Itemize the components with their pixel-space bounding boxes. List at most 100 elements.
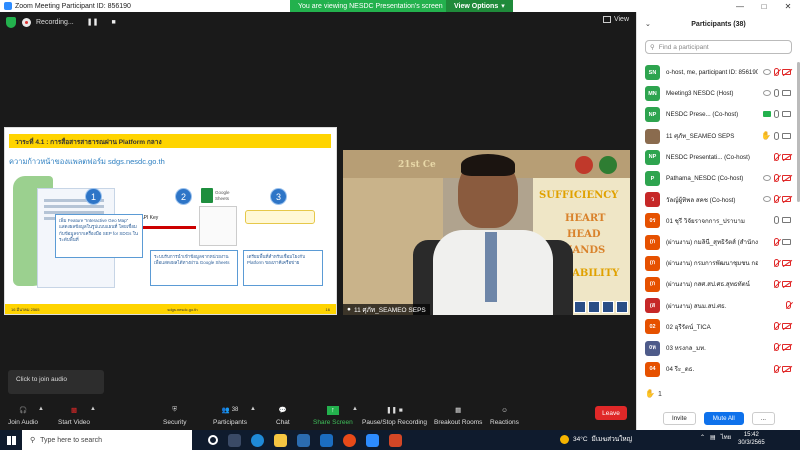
video-off-icon[interactable] — [782, 196, 791, 203]
participant-row[interactable]: P Pathama_NESDC (Co-host) — [637, 168, 797, 189]
video-icon[interactable] — [782, 238, 791, 245]
maximize-button[interactable]: □ — [752, 2, 776, 11]
mic-icon[interactable] — [774, 89, 779, 98]
chrome-icon[interactable] — [343, 433, 356, 447]
breakout-rooms-button[interactable]: ▦ Breakout Rooms — [434, 404, 482, 426]
participant-row[interactable]: (ก (ผ่านงาน) กรมการพัฒนาชุมชน กองแ... — [637, 253, 797, 274]
participant-row[interactable]: NP NESDC Prese... (Co-host) — [637, 104, 797, 125]
mic-icon[interactable] — [774, 131, 779, 140]
speaker-video-tile[interactable]: 21st Ce SUFFICIENCY HEART HEAD HANDS NAB… — [343, 150, 630, 315]
more-button[interactable]: ... — [751, 411, 775, 425]
participant-row[interactable]: MN Meeting3 NESDC (Host) — [637, 83, 797, 104]
weather-widget[interactable]: 34°C มีเมฆส่วนใหญ่ — [560, 434, 632, 444]
taskbar-search-box[interactable]: ⚲ Type here to search — [22, 430, 192, 450]
chevron-up-icon[interactable]: ▲ — [38, 406, 44, 412]
video-icon[interactable] — [782, 90, 791, 97]
video-off-icon[interactable] — [782, 323, 791, 330]
pause-stop-recording-button[interactable]: ❚❚ ■ Pause/Stop Recording — [362, 404, 427, 426]
mic-muted-icon[interactable] — [774, 258, 779, 267]
chevron-up-icon[interactable]: ▲ — [352, 406, 358, 412]
participant-name: NESDC Presentati... (Co-host) — [666, 153, 750, 161]
view-options-button[interactable]: View Options ▾ — [446, 0, 513, 12]
mic-muted-icon[interactable] — [774, 279, 779, 288]
participant-search-input[interactable]: ⚲ Find a participant — [645, 40, 792, 54]
mic-muted-icon[interactable] — [774, 364, 779, 373]
mute-all-button[interactable]: Mute All — [703, 411, 744, 425]
video-off-icon[interactable] — [782, 259, 791, 266]
video-icon[interactable] — [782, 111, 791, 118]
video-icon[interactable] — [782, 132, 791, 139]
participant-row[interactable]: 02 02 อุรีรัตน์_TICA — [637, 316, 797, 337]
edge-browser-icon[interactable] — [251, 433, 264, 447]
participants-count: 38 — [231, 407, 239, 413]
mic-icon[interactable] — [774, 110, 779, 119]
video-off-icon[interactable] — [782, 344, 791, 351]
share-screen-label: Share Screen — [313, 419, 353, 426]
store-icon[interactable] — [297, 433, 310, 447]
recording-indicator: Recording... ❚❚ ■ — [22, 15, 116, 29]
video-off-icon[interactable] — [782, 280, 791, 287]
video-icon[interactable] — [782, 217, 791, 224]
start-video-button[interactable]: ▩ Start Video — [58, 404, 90, 426]
security-button[interactable]: ⛨ Security — [163, 404, 186, 426]
mic-muted-icon[interactable] — [774, 322, 779, 331]
mic-muted-icon[interactable] — [774, 68, 779, 76]
video-off-icon[interactable] — [782, 174, 791, 181]
mic-muted-icon[interactable] — [774, 343, 779, 352]
chat-button[interactable]: 💬 Chat — [276, 404, 290, 426]
participant-row[interactable]: 0ร 01 ชุรี วิจัยราจกการ_ปราบาม — [637, 210, 797, 231]
participants-button[interactable]: 👥 38 Participants — [213, 404, 247, 426]
participant-row[interactable]: (ส (ผ่านงาน) สนม.สป.ศธ. — [637, 295, 797, 316]
pause-recording-icon[interactable]: ❚❚ — [87, 18, 99, 26]
start-button[interactable] — [0, 430, 22, 450]
mic-muted-icon[interactable] — [774, 173, 779, 182]
chevron-up-icon[interactable]: ⌃ — [700, 434, 705, 441]
participant-row[interactable]: SN o-host, me, participant ID: 856190) — [637, 62, 797, 83]
minimize-button[interactable]: — — [728, 2, 752, 11]
chevron-up-icon[interactable]: ▲ — [250, 406, 256, 412]
chevron-down-icon[interactable]: ⌄ — [645, 20, 651, 28]
mic-muted-icon[interactable] — [774, 195, 779, 204]
mic-muted-icon[interactable] — [786, 301, 791, 310]
invite-button[interactable]: Invite — [663, 411, 696, 425]
screen-share-icon — [763, 111, 771, 118]
participant-row[interactable]: (ก (ผ่านงาน) กมลินี_สุทธิรัตส์ (สำนักงาน… — [637, 232, 797, 253]
security-shield-icon[interactable] — [6, 17, 16, 28]
join-audio-tooltip[interactable]: Click to join audio — [8, 370, 104, 394]
video-off-icon[interactable] — [782, 69, 791, 75]
zoom-icon[interactable] — [366, 433, 379, 447]
view-options-label: View Options — [454, 2, 499, 10]
participant-row[interactable]: 11 ศุภัท_SEAMEO SEPS ✋ — [637, 126, 797, 147]
video-off-icon[interactable] — [782, 153, 791, 160]
participant-row[interactable]: 0ห 03 หรงกล_มท. — [637, 337, 797, 358]
slide-subtitle: ความก้าวหน้าของแพลตฟอร์ม sdgs.nesdc.go.t… — [9, 157, 165, 166]
participant-name: NESDC Prese... (Co-host) — [666, 111, 739, 119]
mic-icon[interactable] — [774, 216, 779, 225]
participant-row[interactable]: ว วัลญ์ผู้ทิพล สคช (Co-host) — [637, 189, 797, 210]
network-icon[interactable]: ▤ — [710, 434, 716, 441]
security-label: Security — [163, 419, 187, 426]
participant-row[interactable]: NP NESDC Presentati... (Co-host) — [637, 147, 797, 168]
mail-icon[interactable] — [320, 433, 333, 447]
join-audio-button[interactable]: 🎧 Join Audio — [8, 404, 38, 426]
mic-muted-icon[interactable] — [774, 237, 779, 246]
view-button[interactable]: View — [602, 16, 629, 23]
mic-muted-icon[interactable] — [774, 152, 779, 161]
video-off-icon[interactable] — [782, 365, 791, 372]
close-button[interactable]: ✕ — [776, 2, 800, 11]
participant-row[interactable]: 04 04 รีะ_ดธ. — [637, 359, 797, 380]
participant-row[interactable]: (ก (ผ่านงาน) กสศ.สป.ศธ.สุทธทัตน์ — [637, 274, 797, 295]
share-screen-button[interactable]: ↑ Share Screen — [313, 404, 353, 426]
chevron-up-icon[interactable]: ▲ — [90, 406, 96, 412]
widgets-icon[interactable] — [228, 433, 241, 447]
leave-button[interactable]: Leave — [595, 406, 627, 420]
eye-icon — [763, 174, 771, 181]
reactions-button[interactable]: ☺ Reactions — [490, 404, 519, 427]
callout-box: ระบบรับการนำเข้าข้อมูลจากหน่วยงานเพื่อแส… — [150, 250, 238, 286]
taskbar-clock[interactable]: 15:42 30/3/2565 — [738, 431, 765, 447]
stop-recording-icon[interactable]: ■ — [111, 19, 115, 26]
powerpoint-icon[interactable] — [389, 433, 402, 447]
file-explorer-icon[interactable] — [274, 433, 287, 447]
task-view-icon[interactable] — [208, 435, 218, 445]
language-indicator[interactable]: ไทย — [721, 432, 732, 442]
